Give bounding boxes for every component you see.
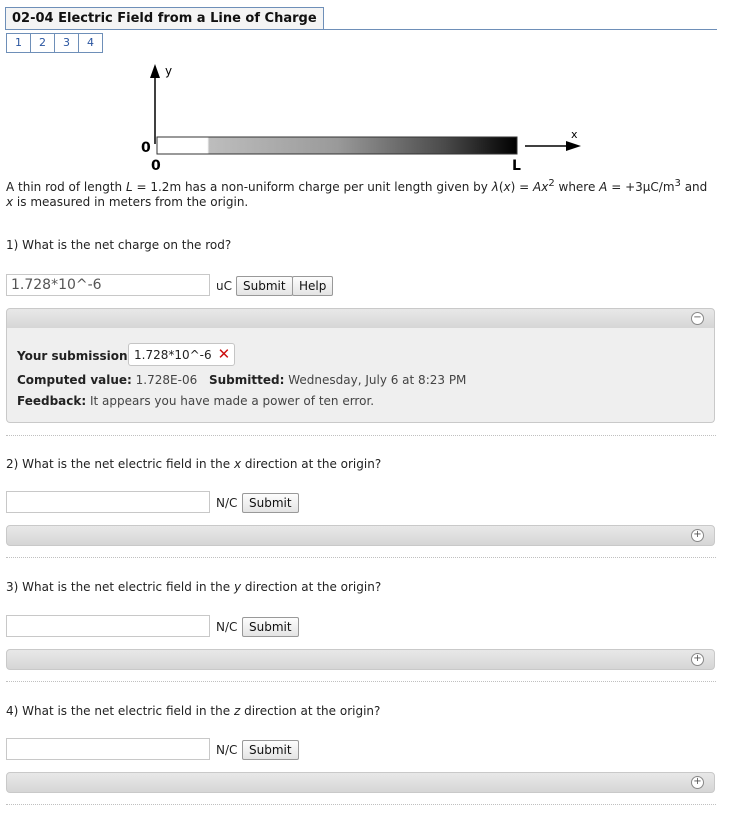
question-2-submit-button[interactable]: Submit [242,493,299,513]
rod-diagram: y x 0 0 L [141,64,581,174]
question-1-text: 1) What is the net charge on the rod? [6,238,232,252]
question-3-text: 3) What is the net electric field in the… [6,580,382,594]
incorrect-icon: ✕ [217,345,231,363]
collapse-icon[interactable]: − [691,312,704,325]
question-2-answer-input[interactable] [6,491,210,513]
question-2-feedback-panel-header[interactable]: + [6,525,715,546]
submitted-line: Submitted: Wednesday, July 6 at 8:23 PM [209,373,466,387]
page-title: 02-04 Electric Field from a Line of Char… [5,7,324,29]
question-3-feedback-panel-header[interactable]: + [6,649,715,670]
page-tab-2[interactable]: 2 [30,33,55,53]
question-4-submit-button[interactable]: Submit [242,740,299,760]
question-1-feedback-panel: Your submissions: 1.728*10^-6 ✕ Computed… [6,328,715,423]
question-3-answer-input[interactable] [6,615,210,637]
problem-statement: A thin rod of length L = 1.2m has a non-… [6,178,708,209]
submission-value: 1.728*10^-6 [134,347,212,362]
question-1-submit-button[interactable]: Submit [236,276,293,296]
question-1-help-button[interactable]: Help [292,276,334,296]
question-4-feedback-panel-header[interactable]: + [6,772,715,793]
origin-label-left: 0 [141,140,151,156]
computed-value: 1.728E-06 [135,373,198,387]
page-tab-3[interactable]: 3 [54,33,79,53]
rod-end-label: L [512,158,521,174]
divider [6,804,716,805]
question-3-submit-button[interactable]: Submit [242,617,299,637]
submissions-label: Your submissions: [17,349,140,363]
question-1-answer-input[interactable] [6,274,210,296]
feedback-line: Feedback: It appears you have made a pow… [17,394,374,408]
y-axis-label: y [165,64,172,78]
computed-value-line: Computed value: 1.728E-06 [17,373,197,387]
expand-icon[interactable]: + [691,529,704,542]
expand-icon[interactable]: + [691,776,704,789]
submission-entry: 1.728*10^-6 ✕ [128,343,236,366]
x-axis-arrow-icon [566,141,581,151]
question-4-unit: N/C [216,743,238,757]
computed-label: Computed value: [17,373,132,387]
question-4-text: 4) What is the net electric field in the… [6,704,381,718]
question-2-text: 2) What is the net electric field in the… [6,457,382,471]
question-1-unit: uC [216,279,232,293]
title-bar: 02-04 Electric Field from a Line of Char… [5,7,717,30]
origin-label-below: 0 [151,158,161,174]
page-tab-4[interactable]: 4 [78,33,103,53]
page-tabs: 1 2 3 4 [6,33,103,53]
x-axis-label: x [571,128,578,141]
page-tab-1[interactable]: 1 [6,33,31,53]
question-3-unit: N/C [216,620,238,634]
submitted-value: Wednesday, July 6 at 8:23 PM [288,373,467,387]
expand-icon[interactable]: + [691,653,704,666]
feedback-label: Feedback: [17,394,87,408]
question-2-unit: N/C [216,496,238,510]
divider [6,681,716,682]
submitted-label: Submitted: [209,373,285,387]
question-1-feedback-panel-header[interactable]: − [6,308,715,329]
divider [6,435,716,436]
divider [6,557,716,558]
question-4-answer-input[interactable] [6,738,210,760]
feedback-value: It appears you have made a power of ten … [90,394,375,408]
y-axis-arrow-icon [150,64,160,78]
charged-rod [156,136,518,155]
